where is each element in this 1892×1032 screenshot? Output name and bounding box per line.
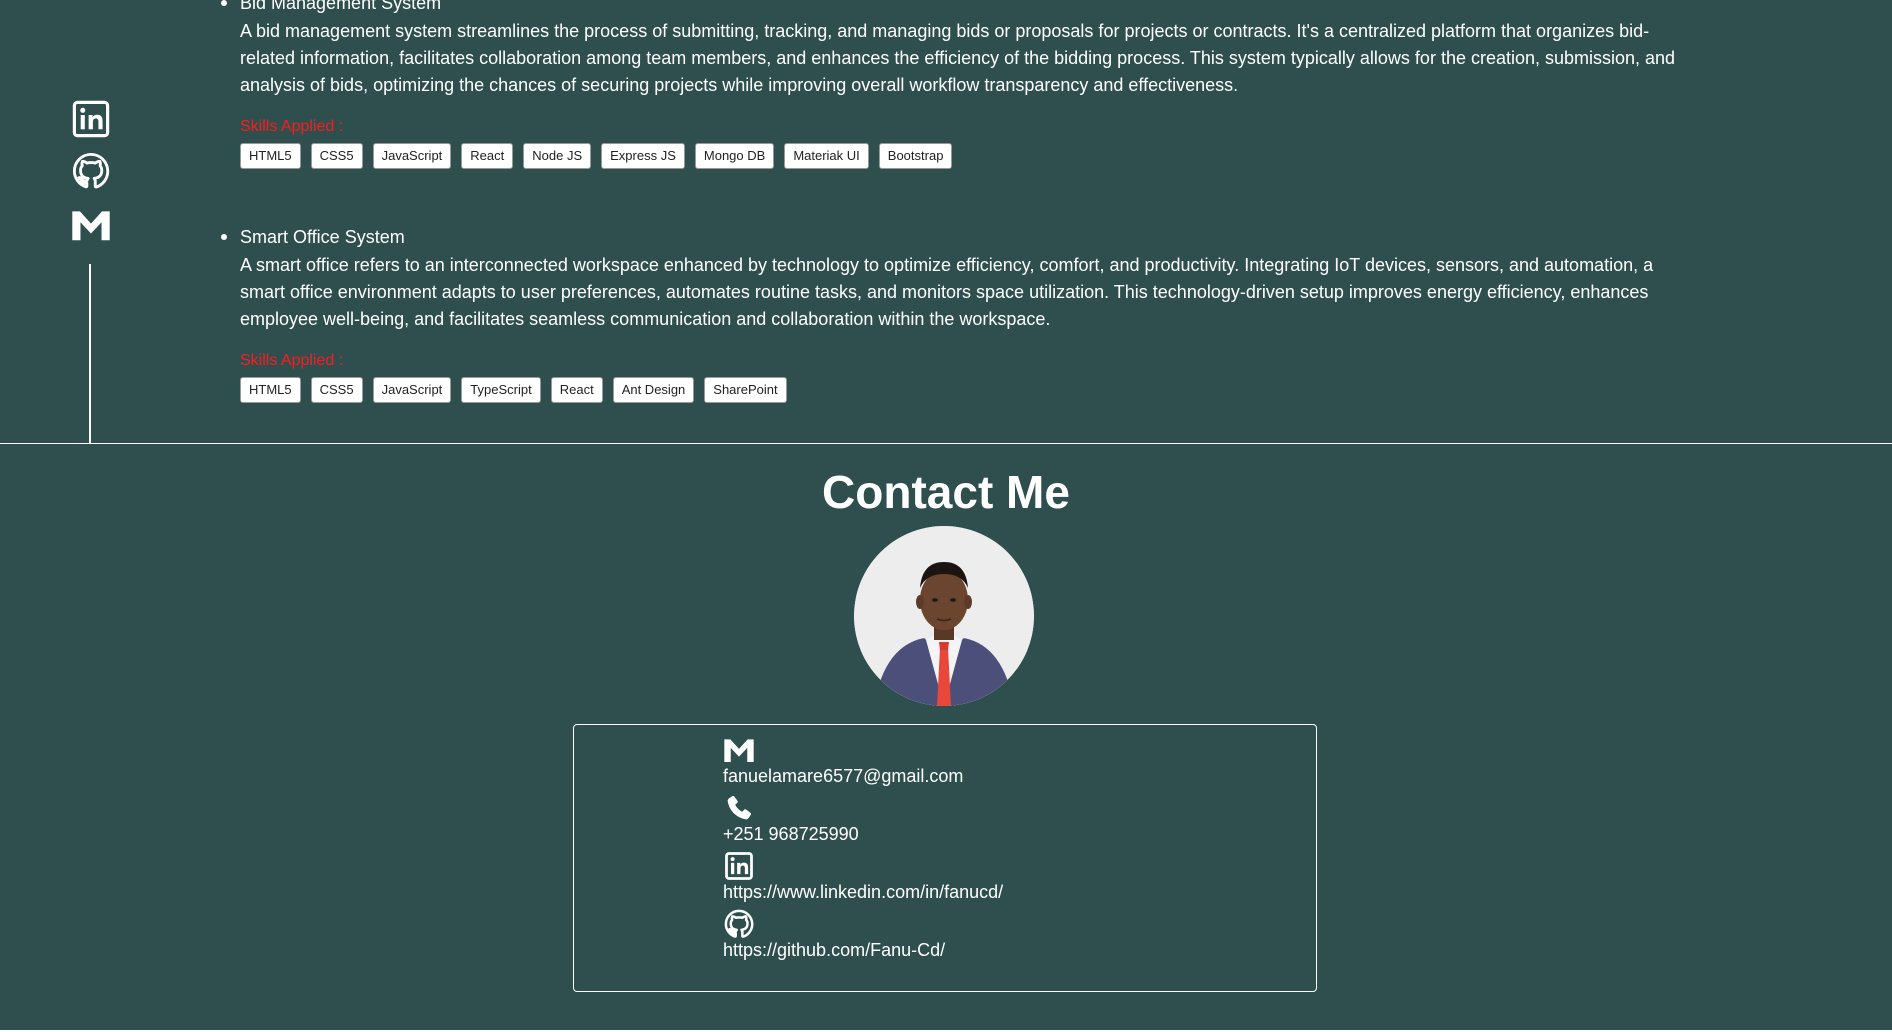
project-title: Smart Office System xyxy=(221,226,1680,248)
skill-tag: Materiak UI xyxy=(784,143,869,169)
contact-email-link[interactable]: fanuelamare6577@gmail.com xyxy=(723,765,1003,787)
skill-tag: JavaScript xyxy=(372,377,452,403)
project-description: A bid management system streamlines the … xyxy=(240,21,1676,95)
profile-photo xyxy=(854,526,1034,706)
contact-phone-item: +251 968725990 xyxy=(723,793,1003,851)
project-item: Bid Management System A bid management s… xyxy=(221,0,1680,169)
skill-tag: JavaScript xyxy=(372,143,452,169)
skill-tag: Node JS xyxy=(523,143,592,169)
contact-linkedin-item: https://www.linkedin.com/in/fanucd/ xyxy=(723,851,1003,909)
skill-tag: TypeScript xyxy=(461,377,541,403)
contact-title: Contact Me xyxy=(822,466,1070,518)
github-icon[interactable] xyxy=(72,152,110,190)
bullet-icon xyxy=(221,234,227,240)
skills-label: Skills Applied : xyxy=(240,118,344,135)
linkedin-icon xyxy=(725,852,753,880)
project-description: A smart office refers to an interconnect… xyxy=(240,255,1654,329)
rail-divider-line xyxy=(89,264,91,444)
skill-tag: Bootstrap xyxy=(878,143,953,169)
contact-github-item: https://github.com/Fanu-Cd/ xyxy=(723,909,1003,967)
contact-phone-link[interactable]: +251 968725990 xyxy=(723,823,1003,845)
phone-icon xyxy=(727,795,752,820)
avatar xyxy=(854,526,1034,706)
section-divider xyxy=(0,443,1892,444)
gmail-icon xyxy=(724,739,754,762)
skill-tag: HTML5 xyxy=(240,377,301,403)
contact-email-item: fanuelamare6577@gmail.com xyxy=(723,735,1003,793)
skill-tag: SharePoint xyxy=(704,377,787,403)
gmail-icon[interactable] xyxy=(70,208,112,242)
contact-linkedin-link[interactable]: https://www.linkedin.com/in/fanucd/ xyxy=(723,881,1003,903)
skill-tag: React xyxy=(461,143,514,169)
skills-tags: HTML5 CSS5 JavaScript React Node JS Expr… xyxy=(240,143,1680,169)
skill-tag: CSS5 xyxy=(310,377,363,403)
skills-tags: HTML5 CSS5 JavaScript TypeScript React A… xyxy=(240,377,1680,403)
project-item: Smart Office System A smart office refer… xyxy=(221,226,1680,403)
skills-label: Skills Applied : xyxy=(240,352,344,369)
portfolio-page: Bid Management System A bid management s… xyxy=(0,0,1892,1030)
skill-tag: Mongo DB xyxy=(694,143,775,169)
skill-tag: React xyxy=(550,377,603,403)
skill-tag: Express JS xyxy=(601,143,685,169)
project-title: Bid Management System xyxy=(221,0,1680,14)
skill-tag: HTML5 xyxy=(240,143,301,169)
skill-tag: CSS5 xyxy=(310,143,363,169)
linkedin-icon[interactable] xyxy=(72,100,110,138)
skill-tag: Ant Design xyxy=(612,377,695,403)
contact-card: fanuelamare6577@gmail.com +251 968725990… xyxy=(573,724,1317,992)
github-icon xyxy=(724,909,754,938)
bullet-icon xyxy=(221,0,227,6)
contact-list: fanuelamare6577@gmail.com +251 968725990… xyxy=(723,735,1003,967)
contact-github-link[interactable]: https://github.com/Fanu-Cd/ xyxy=(723,939,1003,961)
